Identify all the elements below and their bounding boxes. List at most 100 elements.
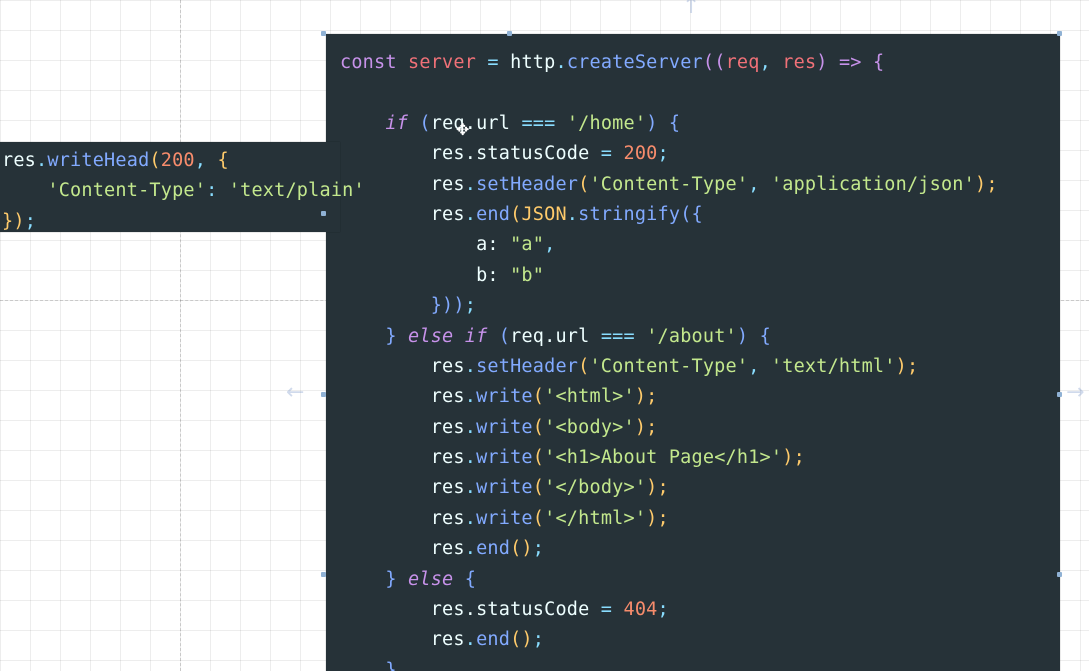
code-line-3: if (req.url === '/home') {: [326, 109, 1060, 139]
resize-handle-icon[interactable]: [321, 392, 326, 397]
token-function: end: [476, 538, 511, 560]
resize-handle-icon[interactable]: [507, 31, 512, 36]
token-operator: =: [600, 143, 613, 165]
token-dot: .: [555, 52, 567, 73]
token-arrow: =>: [838, 52, 862, 73]
resize-handle-icon[interactable]: [321, 211, 326, 216]
token-comma: ,: [194, 150, 207, 171]
design-canvas[interactable]: ↑ ← → const server = http.createServer((…: [0, 0, 1089, 671]
token-property: .url: [544, 325, 590, 347]
resize-handle-icon[interactable]: [321, 572, 326, 577]
code-line-20: res.end();: [326, 625, 1060, 655]
side-code-line-3: });: [0, 207, 340, 237]
token-string: "b": [510, 264, 545, 286]
token-string: '</body>': [544, 477, 647, 499]
token-string: 'text/plain': [228, 180, 365, 202]
resize-handle-icon[interactable]: [321, 31, 326, 36]
token-operator: ===: [521, 112, 556, 134]
token-object: res: [430, 599, 465, 621]
token-paren: ((: [702, 52, 726, 73]
vertical-guide-line: [180, 0, 181, 671]
token-paren: (: [532, 386, 545, 408]
code-line-9: }));: [326, 291, 1060, 321]
token-paren: );: [646, 477, 669, 499]
token-function: setHeader: [476, 173, 579, 195]
token-semicolon: ;: [657, 143, 669, 165]
token-object: res: [430, 173, 465, 195]
token-paren: (: [149, 150, 161, 171]
token-dot: .: [464, 386, 477, 408]
token-operator: =: [487, 52, 499, 73]
resize-handle-icon[interactable]: [1057, 31, 1062, 36]
code-line-6: res.end(JSON.stringify({: [326, 200, 1060, 230]
token-object: JSON: [521, 203, 567, 225]
token-brace: {: [464, 568, 477, 590]
token-brace: }: [385, 568, 397, 590]
token-paren: );: [634, 386, 658, 408]
code-line-14: res.write('<h1>About Page</h1>');: [326, 443, 1060, 473]
token-key: a:: [476, 234, 499, 256]
move-arrow-left-icon[interactable]: ←: [286, 382, 304, 404]
code-line-4: res.statusCode = 200;: [326, 139, 1060, 169]
token-object: res: [430, 477, 465, 499]
token-paren: (: [419, 112, 431, 134]
token-semicolon: ;: [464, 295, 477, 317]
token-object: res: [430, 355, 465, 377]
code-snippet-side[interactable]: res.writeHead(200, { 'Content-Type': 'te…: [0, 142, 365, 232]
token-string: '/about': [646, 325, 737, 347]
token-keyword: else: [408, 568, 454, 590]
token-string: "a": [510, 234, 545, 256]
token-property: .statusCode: [464, 143, 590, 165]
token-object: res: [2, 150, 37, 171]
code-line-13: res.write('<body>');: [326, 413, 1060, 443]
code-line-18: } else {: [326, 565, 1060, 595]
token-operator: =: [600, 599, 613, 621]
token-function: stringify: [578, 203, 681, 225]
token-dot: .: [464, 538, 477, 560]
token-paren: })): [430, 295, 465, 317]
token-paren: (: [578, 173, 590, 195]
move-arrow-up-icon[interactable]: ↑: [682, 0, 700, 18]
move-arrow-right-icon[interactable]: →: [1066, 382, 1084, 404]
token-dot: .: [464, 416, 477, 438]
token-paren: (: [532, 447, 545, 469]
token-object: res: [430, 143, 465, 165]
token-string: '</html>': [544, 507, 647, 529]
token-dot: .: [566, 203, 579, 225]
token-string: '<html>': [544, 386, 635, 408]
resize-handle-icon[interactable]: [1057, 392, 1062, 397]
token-semicolon: ;: [657, 599, 669, 621]
side-code-line-1: res.writeHead(200, {: [0, 146, 340, 176]
token-paren: ): [646, 112, 658, 134]
token-comma: ,: [544, 234, 556, 256]
token-number: 200: [623, 143, 658, 165]
code-line-10: } else if (req.url === '/about') {: [326, 322, 1060, 352]
token-paren: (: [532, 477, 545, 499]
code-line-7: a: "a",: [326, 230, 1060, 260]
token-paren: }): [2, 210, 25, 232]
token-function: setHeader: [476, 355, 579, 377]
code-snippet-main[interactable]: const server = http.createServer((req, r…: [326, 34, 1060, 671]
code-line-12: res.write('<html>');: [326, 382, 1060, 412]
token-keyword: const: [340, 52, 397, 73]
token-keyword: if: [385, 112, 409, 134]
token-object: res: [430, 447, 465, 469]
token-paren: (: [578, 355, 590, 377]
token-paren: ({: [680, 203, 703, 225]
token-semicolon: ;: [532, 538, 545, 560]
token-function: createServer: [566, 52, 703, 73]
token-string: 'Content-Type': [589, 173, 749, 195]
code-line-17: res.end();: [326, 534, 1060, 564]
code-line-5: res.setHeader('Content-Type', 'applicati…: [326, 170, 1060, 200]
token-variable: server: [408, 52, 477, 73]
token-paren: (: [498, 325, 511, 347]
token-comma: ,: [748, 173, 760, 195]
token-operator: ===: [600, 325, 635, 347]
resize-handle-icon[interactable]: [1057, 572, 1062, 577]
token-brace: {: [217, 150, 229, 171]
token-object: res: [430, 629, 465, 651]
token-property: .url: [464, 112, 511, 134]
code-line-11: res.setHeader('Content-Type', 'text/html…: [326, 352, 1060, 382]
token-object: res: [430, 538, 465, 560]
